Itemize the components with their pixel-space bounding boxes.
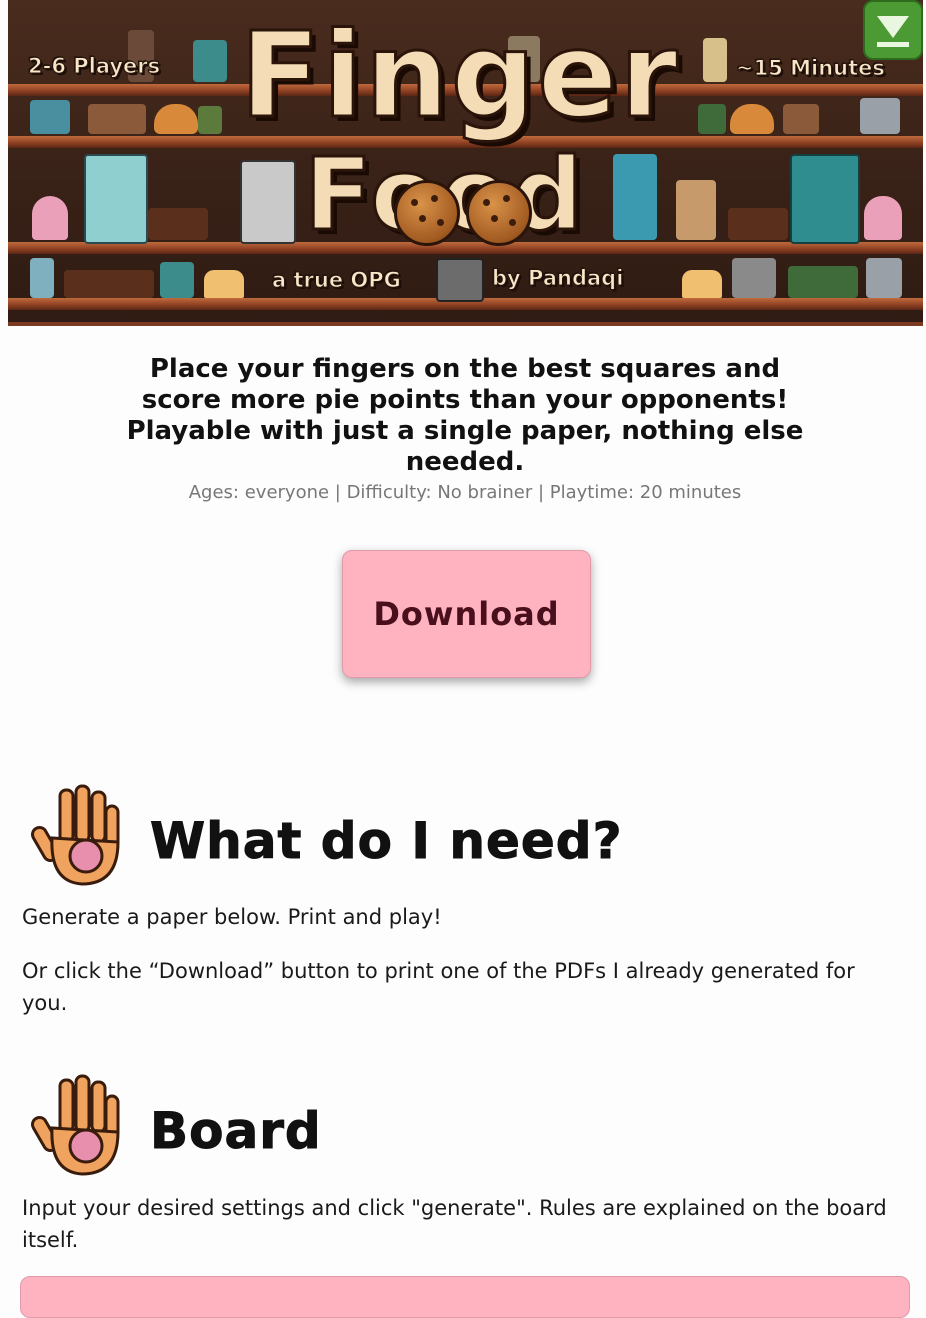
game-tagline: Place your fingers on the best squares a… — [126, 354, 804, 477]
chocolate-icon — [728, 208, 788, 240]
download-arrow-icon[interactable] — [863, 0, 923, 60]
fridge-icon — [84, 154, 148, 244]
cookie-icon — [394, 180, 460, 246]
waffle-iron-icon — [860, 98, 900, 134]
hand-icon — [31, 1074, 120, 1176]
section-heading-board: Board — [150, 1102, 322, 1161]
grinder-icon — [732, 258, 776, 298]
scale-icon — [193, 40, 227, 82]
subtitle-author: by Pandaqi — [491, 266, 624, 291]
blender-icon — [30, 258, 54, 298]
header-banner: Finger Food 2-6 Players ~15 Minutes a tr… — [8, 0, 923, 326]
section-heading-need: What do I need? — [150, 812, 623, 871]
need-paragraph-2: Or click the “Download” button to print … — [22, 959, 855, 1015]
croissant-icon — [154, 104, 198, 134]
cake-icon — [204, 270, 244, 298]
subtitle-opg: a true OPG — [272, 268, 402, 293]
hand-icon — [31, 784, 120, 886]
mixer-icon — [613, 154, 657, 240]
play-duration: ~15 Minutes — [736, 56, 886, 81]
coffee-machine-icon — [240, 160, 296, 244]
chocolate-icon — [64, 270, 154, 298]
cupcake-icon — [32, 196, 68, 240]
game-meta: Ages: everyone | Difficulty: No brainer … — [188, 482, 742, 503]
settings-panel — [20, 1276, 910, 1318]
jar-icon — [198, 106, 222, 134]
need-paragraph-1: Generate a paper below. Print and play! — [22, 905, 442, 929]
jar-icon — [88, 104, 146, 134]
jar-icon — [783, 104, 819, 134]
board-paragraph-1: Input your desired settings and click "g… — [22, 1196, 887, 1252]
stove-icon — [866, 258, 902, 298]
jar-icon — [698, 104, 726, 134]
hourglass-icon — [703, 38, 727, 82]
download-button-label: Download — [373, 595, 560, 633]
jar-icon — [676, 180, 716, 240]
player-count: 2-6 Players — [27, 54, 161, 79]
cookie-icon — [466, 180, 532, 246]
toaster-icon — [30, 100, 70, 134]
cake-icon — [682, 270, 722, 298]
scale-icon — [160, 262, 194, 298]
download-button[interactable]: Download — [342, 550, 591, 678]
chocolate-icon — [148, 208, 208, 240]
oven-icon — [436, 258, 484, 302]
game-title-line1: Finger — [239, 6, 680, 144]
cupcake-icon — [864, 196, 902, 240]
croissant-icon — [730, 104, 774, 134]
oven-icon — [790, 154, 860, 244]
jar-icon — [788, 266, 858, 298]
